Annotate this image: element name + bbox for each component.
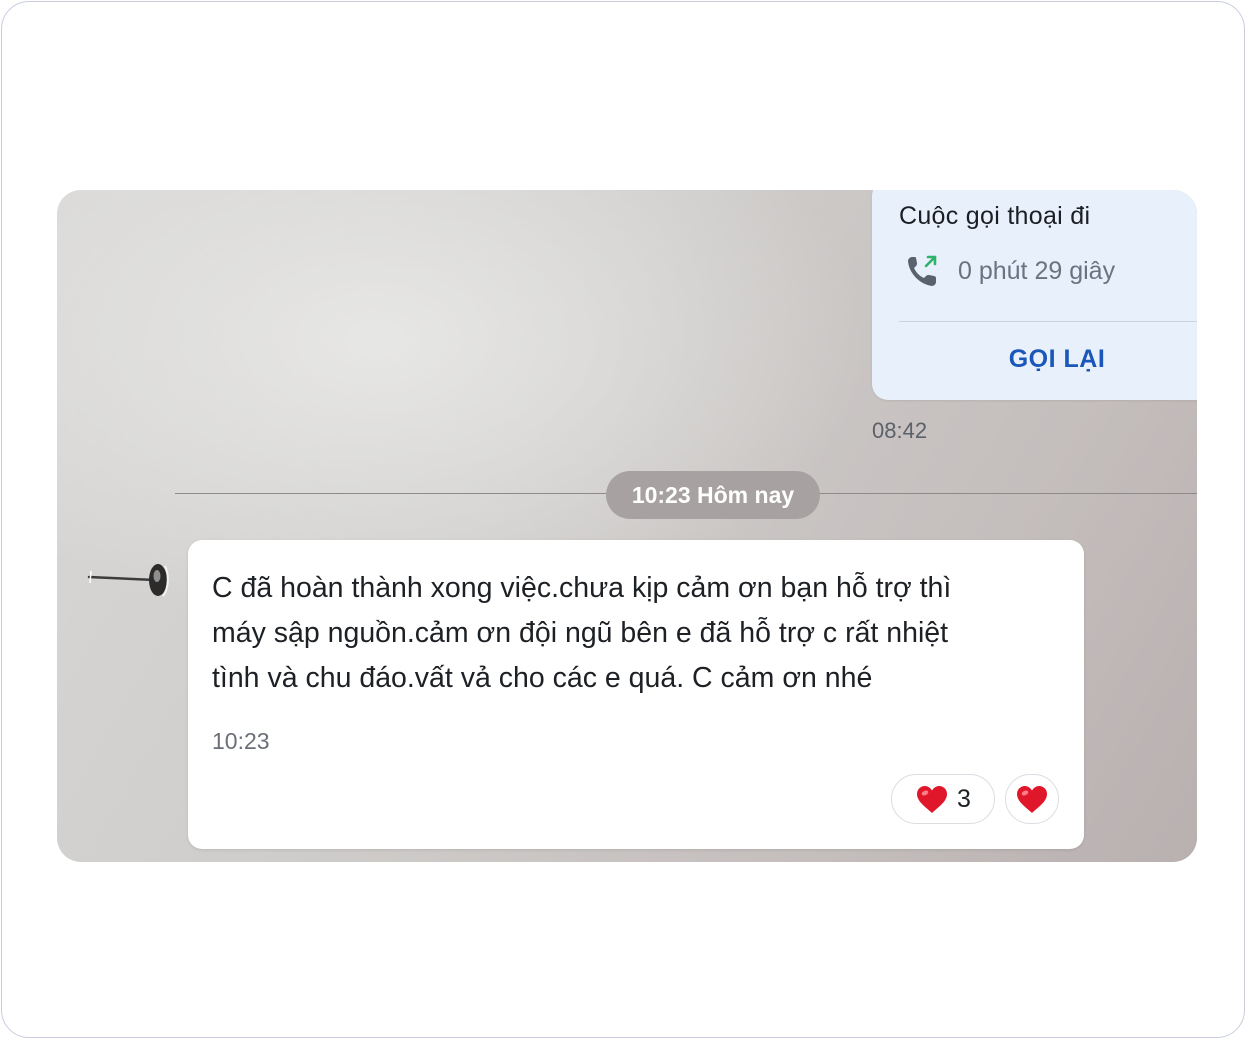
call-title: Cuộc gọi thoại đi <box>899 202 1091 230</box>
reaction-count: 3 <box>957 784 971 813</box>
message-line: máy sập nguồn.cảm ơn đội ngũ bên e đã hỗ… <box>212 617 949 649</box>
call-duration: 0 phút 29 giây <box>958 256 1116 285</box>
call-divider <box>899 321 1197 322</box>
add-heart-reaction-button[interactable] <box>1005 774 1059 824</box>
message-timestamp: 10:23 <box>212 728 270 754</box>
outgoing-call-icon <box>908 255 937 286</box>
message-text: C đã hoàn thành xong việc.chưa kịp cảm ơ… <box>212 566 1062 701</box>
outgoing-call-bubble: Cuộc gọi thoại đi 0 phút 29 giây GỌI LẠI <box>872 190 1197 400</box>
heart-icon <box>917 786 948 813</box>
date-separator: 10:23 Hôm nay <box>606 471 820 519</box>
screenshot-frame: Cuộc gọi thoại đi 0 phút 29 giây GỌI LẠI… <box>1 1 1245 1038</box>
message-line: tình và chu đáo.vất vả cho các e quá. C … <box>212 662 873 694</box>
avatar <box>87 564 169 597</box>
call-duration-row: 0 phút 29 giây <box>904 252 1115 290</box>
incoming-message-bubble: C đã hoàn thành xong việc.chưa kịp cảm ơ… <box>188 540 1084 849</box>
heart-reaction-count[interactable]: 3 <box>891 774 995 824</box>
call-timestamp: 08:42 <box>872 418 928 443</box>
call-back-button[interactable]: GỌI LẠI <box>872 345 1197 374</box>
heart-icon <box>1017 786 1047 813</box>
chat-screenshot: Cuộc gọi thoại đi 0 phút 29 giây GỌI LẠI… <box>57 190 1197 862</box>
message-line: C đã hoàn thành xong việc.chưa kịp cảm ơ… <box>212 572 952 604</box>
